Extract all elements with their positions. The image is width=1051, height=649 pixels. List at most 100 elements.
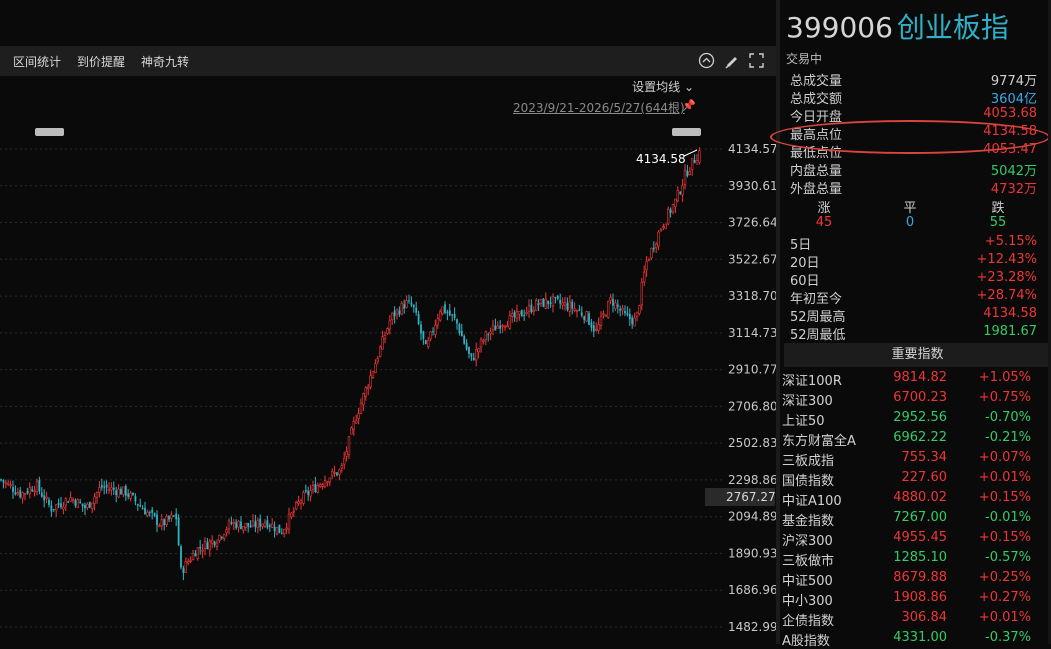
y-tick-label: 3930.61 [728, 179, 776, 193]
candle-body [633, 317, 636, 327]
ma-setting-button[interactable]: 设置均线 ⌄ [632, 78, 694, 95]
index-row[interactable]: 中证A100 4880.02 +0.15% [780, 488, 1051, 509]
candle-body [482, 340, 485, 342]
index-change: +0.27% [978, 590, 1031, 605]
fullscreen-icon[interactable] [748, 52, 765, 69]
candle-body [180, 546, 182, 568]
candle-body [626, 312, 629, 315]
index-row[interactable]: 基金指数 7267.00 -0.01% [780, 508, 1051, 529]
date-range[interactable]: 2023/9/21-2026/5/27(644根) [513, 99, 685, 116]
perf-row-value: +28.74% [976, 288, 1037, 303]
candle-body [323, 480, 327, 488]
candle-body [547, 300, 550, 305]
candle-body [554, 296, 557, 298]
stock-name: 创业板指 [896, 11, 1009, 44]
candle-body [631, 317, 634, 325]
candle-body [71, 498, 75, 501]
candle-body [650, 247, 653, 259]
pin-icon[interactable]: 📌 [682, 99, 696, 112]
candle-body [74, 500, 77, 506]
candle-body [400, 302, 403, 315]
index-row[interactable]: 深证300 6700.23 +0.75% [780, 388, 1051, 409]
perf-row: 20日 +12.43% [780, 251, 1051, 271]
index-row[interactable]: 国债指数 227.60 +0.01% [780, 468, 1051, 489]
index-row[interactable]: 沪深300 4955.45 +0.15% [780, 528, 1051, 549]
candle-body [510, 313, 514, 317]
candle-body [597, 324, 600, 332]
candle-body [168, 516, 170, 520]
candle-body [244, 522, 247, 528]
index-change: +1.05% [978, 370, 1031, 385]
index-row[interactable]: 三板做市 1285.10 -0.57% [780, 548, 1051, 569]
candle-body [364, 387, 367, 397]
candle-body [438, 311, 442, 321]
candle-body [132, 492, 134, 495]
candle-body [31, 489, 34, 492]
candle-body [230, 522, 233, 524]
stat-row: 总成交额 3604亿 [780, 87, 1051, 107]
magic-nine-button[interactable]: 神奇九转 [141, 53, 189, 70]
index-change: +0.15% [978, 530, 1031, 545]
candle-body [201, 549, 204, 552]
candle-body [408, 300, 410, 302]
candle-body [304, 489, 307, 492]
index-row[interactable]: A股指数 4331.00 -0.37% [780, 628, 1051, 649]
index-row[interactable]: 中证500 8679.88 +0.25% [780, 568, 1051, 589]
candle-body [566, 303, 569, 310]
index-name: 东方财富全A [782, 434, 856, 449]
index-name: 中小300 [782, 594, 833, 609]
candle-body [256, 519, 259, 528]
candle-body [424, 340, 427, 345]
candle-body [278, 524, 281, 534]
candle-body [273, 526, 276, 532]
candle-body [616, 304, 619, 307]
candle-body [184, 561, 187, 573]
candle-body [559, 299, 562, 304]
candle-body [57, 502, 60, 505]
candle-body [45, 496, 48, 499]
collapse-icon[interactable] [698, 52, 715, 69]
chart-panel: 4134.57 3930.61 3726.64 3522.67 3318.70 3114.… [0, 0, 776, 644]
index-row[interactable]: 企债指数 306.84 +0.01% [780, 608, 1051, 629]
candle-body [369, 375, 372, 388]
index-row[interactable]: 上证50 2952.56 -0.70% [780, 408, 1051, 429]
candle-body [196, 547, 199, 559]
candle-body [285, 527, 288, 530]
candle-body [340, 465, 343, 469]
index-row[interactable]: 东方财富全A 6962.22 -0.21% [780, 428, 1051, 449]
y-tick-label: 2910.77 [728, 363, 776, 377]
index-price: 4880.02 [893, 490, 947, 505]
index-price: 1285.10 [893, 550, 947, 565]
candle-body [249, 525, 252, 528]
interval-stats-button[interactable]: 区间统计 [13, 53, 61, 70]
candle-body [588, 313, 590, 325]
indices-header[interactable]: 重要指数 [784, 343, 1051, 367]
candle-body [117, 488, 120, 498]
candle-body [321, 484, 324, 487]
candle-body [388, 320, 391, 330]
candle-body [429, 331, 432, 340]
perf-row: 52周最高 4134.58 [780, 305, 1051, 325]
price-alert-button[interactable]: 到价提醒 [77, 53, 125, 70]
candle-body [403, 304, 406, 309]
kline-chart[interactable]: 4134.57 3930.61 3726.64 3522.67 3318.70 3114.… [0, 0, 776, 644]
candle-body [120, 488, 122, 495]
candle-body [151, 509, 154, 513]
candle-body [14, 492, 17, 495]
index-row[interactable]: 深证100R 9814.82 +1.05% [780, 368, 1051, 389]
candle-body [539, 298, 543, 304]
index-name: A股指数 [782, 634, 830, 649]
index-row[interactable]: 中小300 1908.86 +0.27% [780, 588, 1051, 609]
stock-title: 399006 创业板指 [786, 6, 1009, 46]
y-tick-label: 3726.64 [728, 216, 776, 230]
candle-body [189, 560, 192, 562]
candle-body [571, 301, 574, 309]
candle-body [139, 505, 142, 507]
draw-icon[interactable] [723, 52, 740, 69]
index-row[interactable]: 三板成指 755.34 +0.07% [780, 448, 1051, 469]
candle-body [107, 489, 111, 491]
candle-body [698, 150, 701, 163]
candle-body [460, 330, 463, 337]
candle-body [50, 505, 53, 512]
candle-body [453, 313, 456, 318]
